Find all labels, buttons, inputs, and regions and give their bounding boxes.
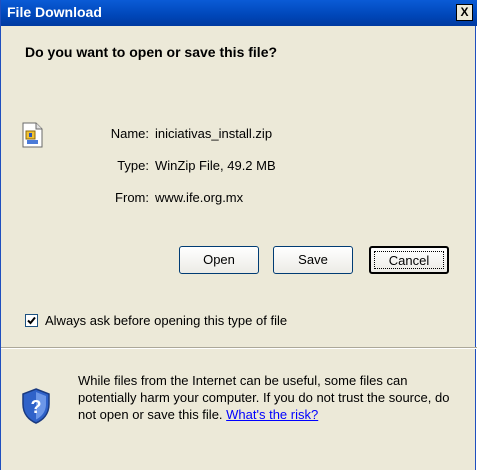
cancel-button[interactable]: Cancel — [369, 246, 449, 274]
file-type-label: Type: — [117, 158, 149, 173]
file-name-label: Name: — [110, 126, 149, 141]
close-button[interactable]: X — [456, 4, 473, 21]
open-button[interactable]: Open — [179, 246, 259, 274]
security-warning: While files from the Internet can be use… — [78, 372, 468, 423]
always-ask-label[interactable]: Always ask before opening this type of f… — [45, 313, 287, 328]
file-name-row: Name: iniciativas_install.zip — [105, 126, 272, 141]
file-from-value: www.ife.org.mx — [155, 190, 244, 205]
whats-the-risk-link[interactable]: What's the risk? — [226, 407, 318, 422]
separator — [1, 347, 477, 349]
checkmark-icon — [27, 316, 36, 325]
window-title: File Download — [7, 4, 102, 20]
open-button-label: Open — [203, 252, 235, 267]
title-bar[interactable]: File Download X — [1, 0, 477, 26]
file-type-row: Type: WinZip File, 49.2 MB — [105, 158, 276, 173]
file-download-dialog: File Download X Do you want to open or s… — [0, 0, 477, 470]
zip-file-icon — [22, 122, 44, 148]
file-name-value: iniciativas_install.zip — [155, 126, 273, 141]
shield-question-icon: ? — [21, 388, 51, 424]
save-button[interactable]: Save — [273, 246, 353, 274]
always-ask-checkbox[interactable] — [25, 314, 38, 327]
file-from-row: From: www.ife.org.mx — [105, 190, 243, 205]
file-type-value: WinZip File, 49.2 MB — [155, 158, 276, 173]
svg-text:?: ? — [31, 397, 42, 417]
cancel-button-label: Cancel — [388, 253, 430, 268]
dialog-question: Do you want to open or save this file? — [25, 44, 278, 60]
file-from-label: From: — [115, 190, 149, 205]
save-button-label: Save — [298, 252, 328, 267]
